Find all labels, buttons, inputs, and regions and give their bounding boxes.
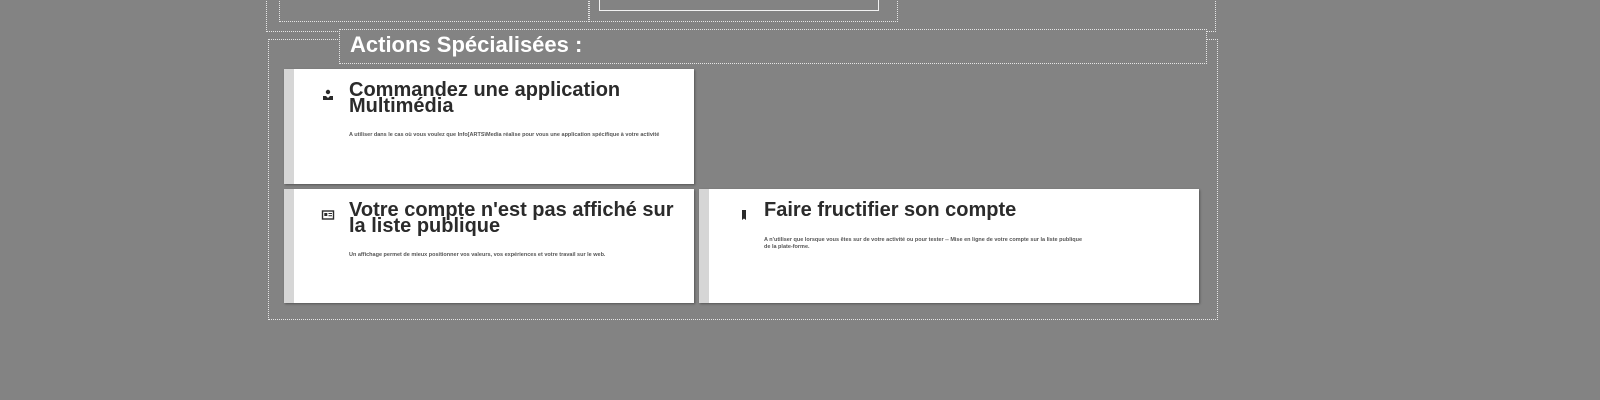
section-legend: Actions Spécialisées :: [339, 29, 1207, 64]
user-download-icon: [323, 89, 333, 100]
previous-section-input-box: [599, 0, 879, 11]
card-title[interactable]: Faire fructifier son compte: [764, 200, 1184, 220]
card-description: A utiliser dans le cas où vous voulez qu…: [349, 132, 660, 138]
previous-section-left-column: [279, 0, 589, 22]
card-accent-bar: [284, 189, 294, 303]
card-accent-bar: [699, 189, 709, 303]
card-description: A n'utiliser que lorsque vous êtes sur d…: [764, 237, 1083, 250]
action-card-order-multimedia[interactable]: Commandez une application Multimédia A u…: [284, 69, 694, 184]
card-accent-bar: [284, 69, 294, 184]
action-card-grow-account[interactable]: Faire fructifier son compte A n'utiliser…: [699, 189, 1199, 303]
card-title[interactable]: Votre compte n'est pas affiché sur la li…: [349, 200, 684, 236]
card-description: Un affichage permet de mieux positionner…: [349, 252, 606, 258]
id-card-icon: [321, 210, 335, 220]
card-title[interactable]: Commandez une application Multimédia: [349, 80, 679, 116]
action-card-account-not-listed[interactable]: Votre compte n'est pas affiché sur la li…: [284, 189, 694, 303]
section-title: Actions Spécialisées :: [350, 32, 583, 57]
bookmark-icon: [742, 210, 746, 220]
